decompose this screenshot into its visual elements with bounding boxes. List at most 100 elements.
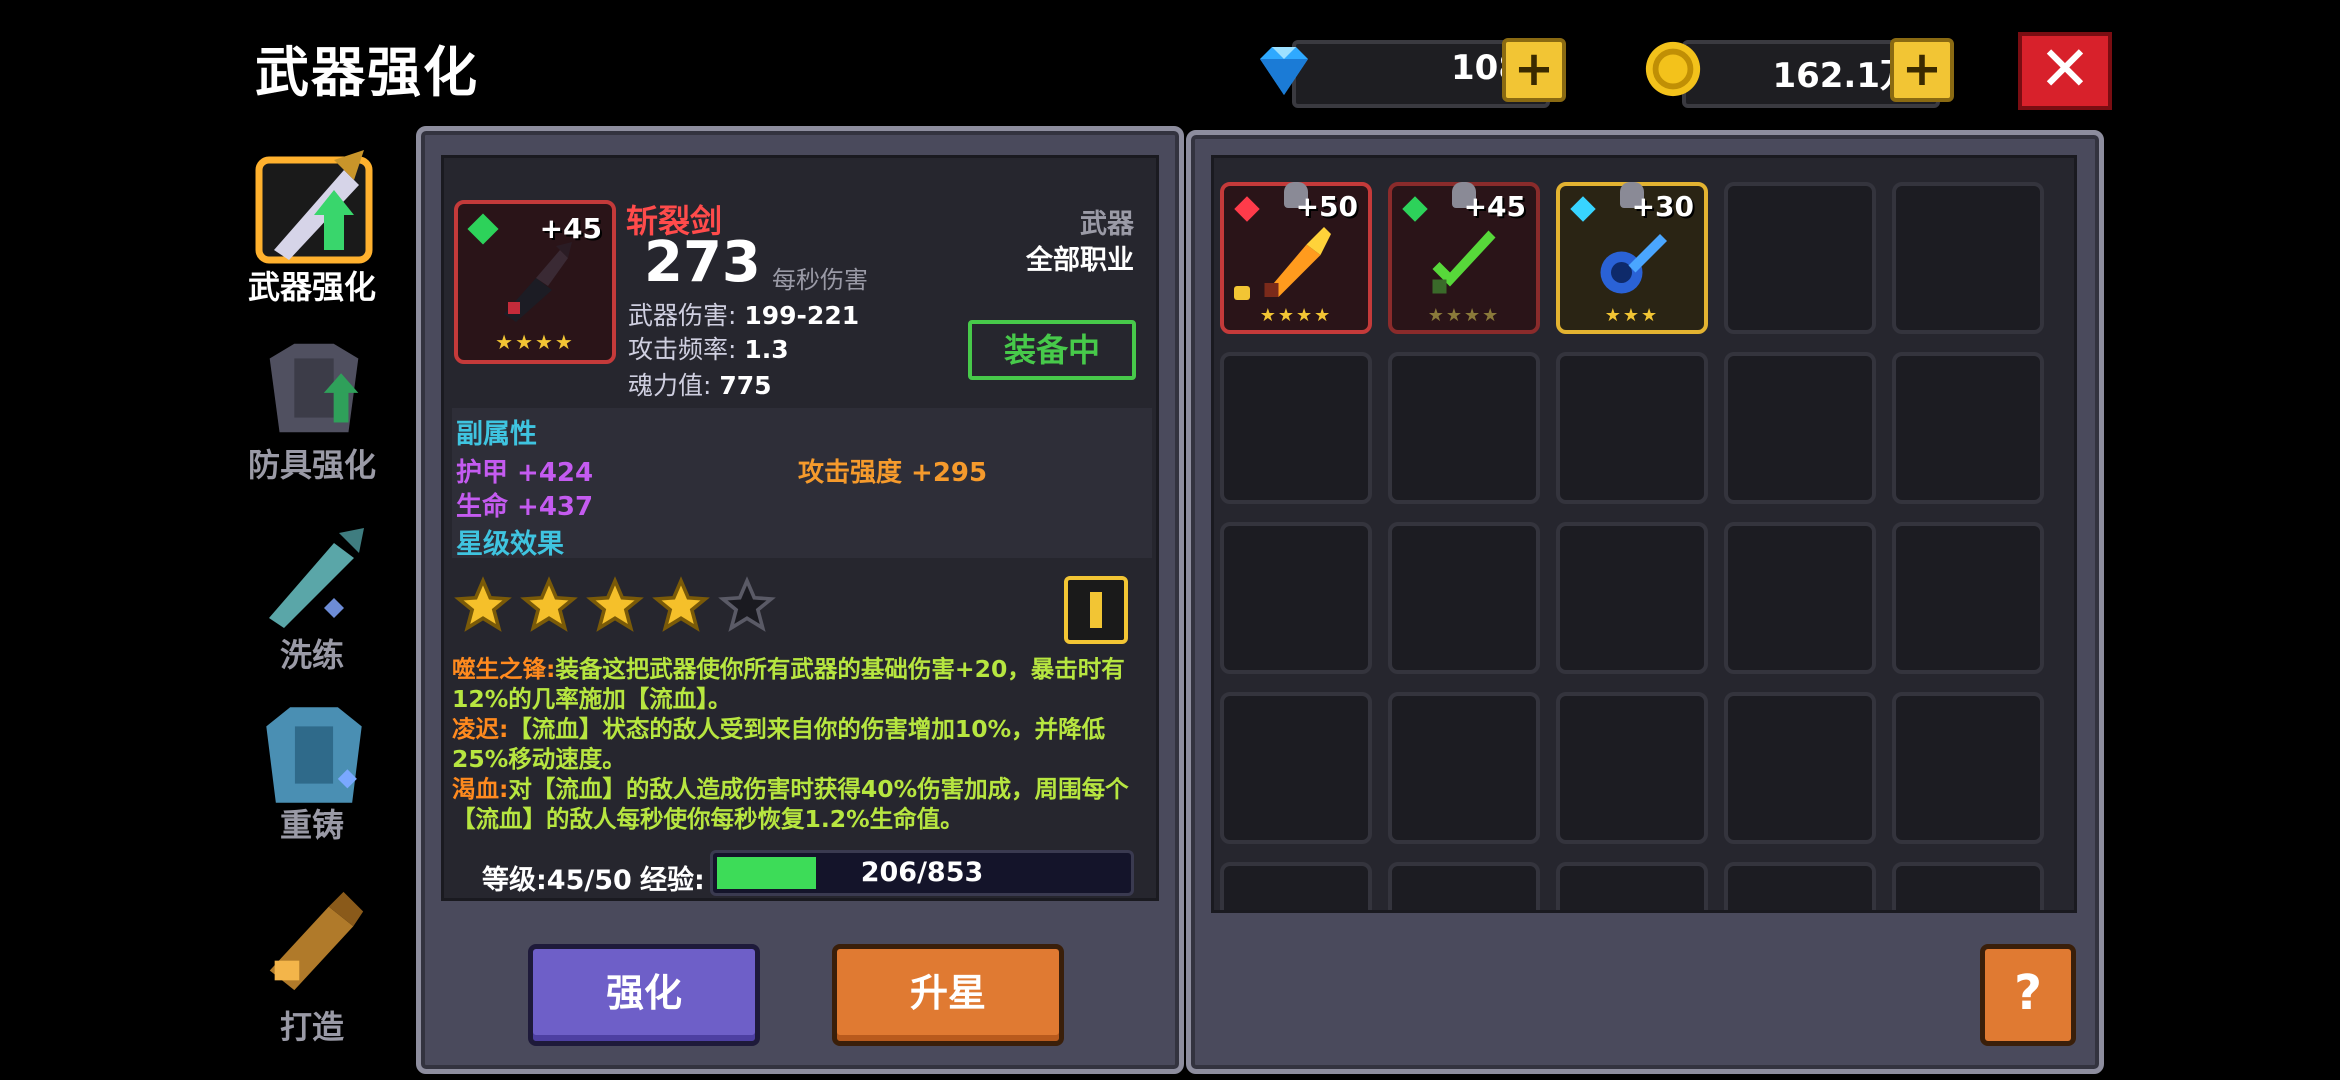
gem-icon [1402,196,1428,222]
soul-stat: 魂力值: 775 [628,366,772,402]
gem-icon [1234,196,1260,222]
inventory-panel: +50 ★★★★ +45 ★★★★ +30 ★★★ [1186,130,2104,1074]
inventory-slot-empty[interactable] [1556,692,1708,844]
enhance-button[interactable]: 强化 [528,944,760,1046]
star-info-button[interactable] [1064,576,1128,644]
stat-label: 武器伤害: [628,301,745,330]
coin-icon [1645,41,1701,97]
tab-label: 洗练 [279,636,344,674]
item-stars: ★★★ [1604,305,1660,326]
star-filled-icon [652,576,710,632]
stat-value: 1.3 [744,335,789,364]
inventory-grid-area: +50 ★★★★ +45 ★★★★ +30 ★★★ [1211,155,2077,913]
inventory-slot-empty[interactable] [1892,692,2044,844]
attack-rate-stat: 攻击频率: 1.3 [628,330,789,366]
inventory-slot-empty[interactable] [1556,352,1708,504]
effect-line: 渴血:对【流血】的敌人造成伤害时获得40%伤害加成，周围每个【流血】的敌人每秒使… [452,774,1152,832]
secondary-attr-header: 副属性 [456,419,537,450]
weapon-damage-stat: 武器伤害: 199-221 [628,296,859,332]
portrait-stars: ★★★★ [495,330,575,354]
inventory-slot-empty[interactable] [1220,352,1372,504]
inventory-slot-empty[interactable] [1388,352,1540,504]
tab-refine[interactable]: 洗练 [232,518,392,674]
recast-armor-icon [266,707,362,803]
stat-value: 199-221 [744,301,860,330]
effect-line: 凌迟:【流血】状态的敌人受到来自你的伤害增加10%，并降低25%移动速度。 [452,714,1152,774]
star-filled-icon [454,576,512,632]
life-attr: 生命 +437 [456,492,594,522]
page-title: 武器强化 [255,41,479,104]
star-empty-icon [718,576,776,632]
weapon-portrait[interactable]: +45 ★★★★ [454,200,616,364]
star-up-button[interactable]: 升星 [832,944,1064,1046]
dps-label: 每秒伤害 [772,266,868,294]
tab-label: 打造 [279,1008,344,1046]
armor-upgrade-icon [269,343,359,433]
tab-recast[interactable]: 重铸 [232,700,392,850]
exp-bar: 206/853 [710,850,1134,896]
tab-weapon-enhance[interactable]: 武器强化 [232,140,392,310]
inventory-slot-empty[interactable] [1892,352,2044,504]
exp-value: 206/853 [860,857,984,888]
tab-label: 防具强化 [247,446,376,484]
tab-label: 重铸 [279,806,344,844]
lock-icon [1234,286,1250,300]
equipped-badge: 装备中 [968,320,1136,380]
inventory-item[interactable]: +50 ★★★★ [1220,182,1372,334]
armor-attr: 护甲 +424 [456,458,594,488]
inventory-slot-empty[interactable] [1724,522,1876,674]
attack-attr: 攻击强度 +295 [798,458,988,488]
tab-armor-enhance[interactable]: 防具强化 [232,338,392,484]
stat-value: 775 [719,371,772,400]
refine-sword-icon [269,528,364,628]
effect-text: 【流血】状态的敌人受到来自你的伤害增加10%，并降低25%移动速度。 [452,715,1106,773]
dark-blade-icon [504,242,572,322]
gem-count: 108 [1451,48,1522,88]
close-button[interactable]: ✕ [2018,32,2112,110]
inventory-item[interactable]: +45 ★★★★ [1388,182,1540,334]
item-stars: ★★★★ [1427,305,1501,326]
star-rating [454,576,794,636]
effect-name: 渴血: [452,775,509,803]
inventory-slot-empty[interactable] [1892,862,2044,910]
effect-line: 噬生之锋:装备这把武器使你所有武器的基础伤害+20，暴击时有12%的几率施加【流… [452,654,1152,714]
stat-label: 魂力值: [628,371,720,400]
inventory-slot-empty[interactable] [1892,182,2044,334]
green-sword-icon [1432,230,1496,294]
add-gems-button[interactable]: + [1502,38,1566,102]
forge-scroll-icon [269,891,364,991]
side-tabs: 武器强化 防具强化 洗练 重铸 打造 [232,140,392,1060]
fire-sword-icon [1264,227,1331,297]
level-label: 等级:45/50 [482,865,632,896]
inventory-slot-empty[interactable] [1388,862,1540,910]
diamond-icon [1260,47,1308,95]
weapon-dps: 273 [644,230,761,295]
weapon-type: 武器 [1080,209,1134,240]
inventory-slot-empty[interactable] [1220,862,1372,910]
item-level: +45 [1463,190,1526,223]
inventory-slot-empty[interactable] [1388,522,1540,674]
add-gold-button[interactable]: + [1890,38,1954,102]
item-level: +30 [1631,190,1694,223]
weapon-class: 全部职业 [1026,245,1134,276]
inventory-slot-empty[interactable] [1724,352,1876,504]
inventory-slot-empty[interactable] [1724,862,1876,910]
item-level: +50 [1295,190,1358,223]
blue-axe-icon [1600,234,1667,294]
inventory-slot-empty[interactable] [1220,522,1372,674]
info-icon [1090,592,1102,628]
star-filled-icon [520,576,578,632]
inventory-slot-empty[interactable] [1220,692,1372,844]
exp-label: 经验: [640,865,705,896]
inventory-slot-empty[interactable] [1724,182,1876,334]
inventory-item[interactable]: +30 ★★★ [1556,182,1708,334]
help-button[interactable]: ? [1980,944,2076,1046]
star-effect-description: 噬生之锋:装备这把武器使你所有武器的基础伤害+20，暴击时有12%的几率施加【流… [452,654,1152,832]
tab-forge[interactable]: 打造 [232,882,392,1052]
inventory-slot-empty[interactable] [1556,522,1708,674]
inventory-slot-empty[interactable] [1892,522,2044,674]
inventory-slot-empty[interactable] [1724,692,1876,844]
inventory-slot-empty[interactable] [1388,692,1540,844]
inventory-slot-empty[interactable] [1556,862,1708,910]
gold-count: 162.1万 [1772,56,1914,96]
